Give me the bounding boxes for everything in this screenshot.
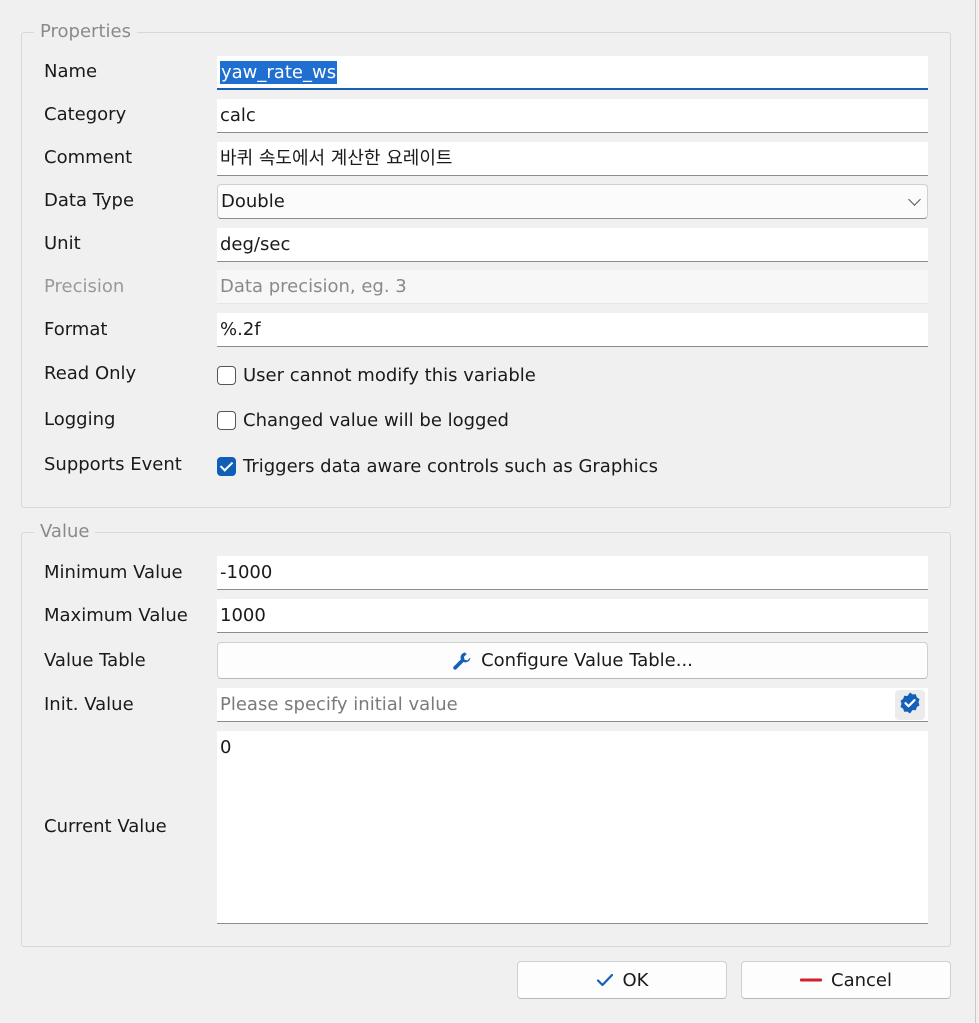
precision-label: Precision (44, 276, 125, 297)
name-label: Name (44, 61, 98, 82)
supports-event-text: Triggers data aware controls such as Gra… (243, 455, 658, 477)
checkmark-icon (596, 972, 614, 988)
comment-field[interactable]: 바퀴 속도에서 계산한 요레이트 (217, 142, 928, 176)
wrench-icon (452, 651, 472, 671)
current-value-textarea[interactable]: 0 (217, 731, 928, 924)
ok-button[interactable]: OK (517, 961, 727, 999)
name-field[interactable]: yaw_rate_ws (217, 56, 928, 90)
data-type-select[interactable]: Double (217, 184, 928, 219)
window-edge (975, 0, 976, 1023)
read-only-checkbox[interactable] (217, 365, 236, 385)
current-value-label: Current Value (44, 816, 167, 837)
read-only-checkbox-row[interactable]: User cannot modify this variable (217, 363, 536, 387)
minimum-value-field[interactable]: -1000 (217, 556, 928, 590)
init-value-field[interactable]: Please specify initial value (217, 688, 928, 722)
read-only-text: User cannot modify this variable (243, 364, 536, 386)
properties-group-title: Properties (34, 21, 137, 43)
logging-checkbox[interactable] (217, 410, 236, 430)
init-value-placeholder: Please specify initial value (220, 694, 458, 715)
value-table-label: Value Table (44, 650, 146, 671)
format-label: Format (44, 319, 108, 340)
data-type-value: Double (221, 191, 285, 212)
supports-event-checkbox-row[interactable]: Triggers data aware controls such as Gra… (217, 454, 658, 478)
data-type-label: Data Type (44, 190, 135, 211)
comment-label: Comment (44, 147, 133, 168)
minimum-value-label: Minimum Value (44, 562, 183, 583)
logging-label: Logging (44, 409, 116, 430)
cancel-button[interactable]: Cancel (741, 961, 951, 999)
supports-event-label: Supports Event (44, 454, 182, 475)
configure-value-table-label: Configure Value Table... (481, 650, 693, 671)
dash-icon (800, 976, 822, 984)
maximum-value-field[interactable]: 1000 (217, 599, 928, 633)
unit-field[interactable]: deg/sec (217, 228, 928, 262)
init-value-label: Init. Value (44, 694, 134, 715)
format-field[interactable]: %.2f (217, 313, 928, 347)
category-field[interactable]: calc (217, 99, 928, 133)
read-only-label: Read Only (44, 363, 137, 384)
init-value-verify-button[interactable] (895, 690, 925, 720)
cancel-label: Cancel (831, 969, 892, 991)
maximum-value-label: Maximum Value (44, 605, 188, 626)
unit-label: Unit (44, 233, 81, 254)
logging-checkbox-row[interactable]: Changed value will be logged (217, 408, 509, 432)
supports-event-checkbox[interactable] (217, 456, 236, 476)
configure-value-table-button[interactable]: Configure Value Table... (217, 642, 928, 679)
name-field-value: yaw_rate_ws (220, 61, 338, 84)
chevron-down-icon (908, 193, 921, 206)
value-group-title: Value (34, 521, 96, 543)
ok-label: OK (622, 969, 649, 991)
category-label: Category (44, 104, 127, 125)
logging-text: Changed value will be logged (243, 409, 509, 431)
precision-field[interactable]: Data precision, eg. 3 (217, 270, 928, 304)
verified-badge-icon (898, 691, 922, 720)
